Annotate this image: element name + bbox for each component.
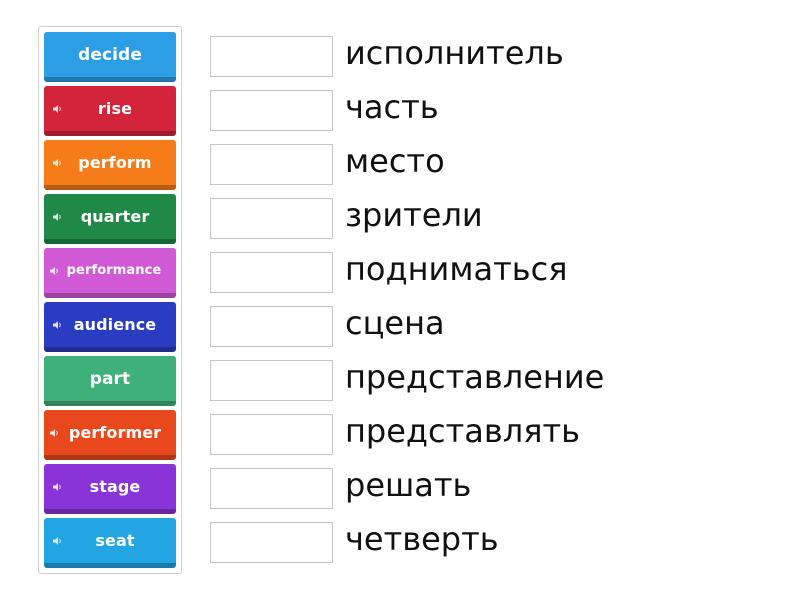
speaker-icon[interactable] <box>49 266 59 276</box>
target-label: место <box>345 142 445 180</box>
word-tile-rise[interactable]: rise <box>44 86 176 136</box>
word-tile-part[interactable]: part <box>44 356 176 406</box>
tile-label: decide <box>78 44 142 65</box>
drop-slot[interactable] <box>210 522 333 563</box>
drop-slot[interactable] <box>210 198 333 239</box>
tile-label: part <box>89 368 131 389</box>
tile-label: stage <box>89 477 141 496</box>
drop-slot[interactable] <box>210 414 333 455</box>
drop-slot[interactable] <box>210 36 333 77</box>
word-tile-panel: decide rise perform quarter performance … <box>38 26 182 574</box>
word-tile-audience[interactable]: audience <box>44 302 176 352</box>
target-label: четверть <box>345 520 499 558</box>
speaker-icon[interactable] <box>52 104 62 114</box>
target-label: представление <box>345 358 605 396</box>
drop-slot[interactable] <box>210 252 333 293</box>
target-label: подниматься <box>345 250 568 288</box>
tile-label: quarter <box>80 207 150 226</box>
word-tile-performance[interactable]: performance <box>44 248 176 298</box>
target-label: решать <box>345 466 472 504</box>
drop-slot[interactable] <box>210 90 333 131</box>
drop-slot[interactable] <box>210 360 333 401</box>
word-tile-quarter[interactable]: quarter <box>44 194 176 244</box>
word-tile-performer[interactable]: performer <box>44 410 176 460</box>
drop-slot[interactable] <box>210 144 333 185</box>
speaker-icon[interactable] <box>52 320 62 330</box>
match-up-activity: decide rise perform quarter performance … <box>0 0 800 600</box>
tile-label: performer <box>68 423 162 442</box>
target-label: часть <box>345 88 439 126</box>
word-tile-seat[interactable]: seat <box>44 518 176 568</box>
tile-label: performance <box>66 263 162 278</box>
speaker-icon[interactable] <box>52 482 62 492</box>
speaker-icon[interactable] <box>52 158 62 168</box>
tile-label: perform <box>78 153 152 172</box>
target-label: зрители <box>345 196 483 234</box>
speaker-icon[interactable] <box>52 536 62 546</box>
target-label: представлять <box>345 412 580 450</box>
word-tile-decide[interactable]: decide <box>44 32 176 82</box>
word-tile-stage[interactable]: stage <box>44 464 176 514</box>
tile-label: seat <box>95 531 135 550</box>
drop-slot[interactable] <box>210 306 333 347</box>
speaker-icon[interactable] <box>49 428 59 438</box>
word-tile-perform[interactable]: perform <box>44 140 176 190</box>
target-label: исполнитель <box>345 34 564 72</box>
drop-slot[interactable] <box>210 468 333 509</box>
target-label: сцена <box>345 304 445 342</box>
tile-label: audience <box>73 315 157 334</box>
tile-label: rise <box>97 99 133 118</box>
speaker-icon[interactable] <box>52 212 62 222</box>
